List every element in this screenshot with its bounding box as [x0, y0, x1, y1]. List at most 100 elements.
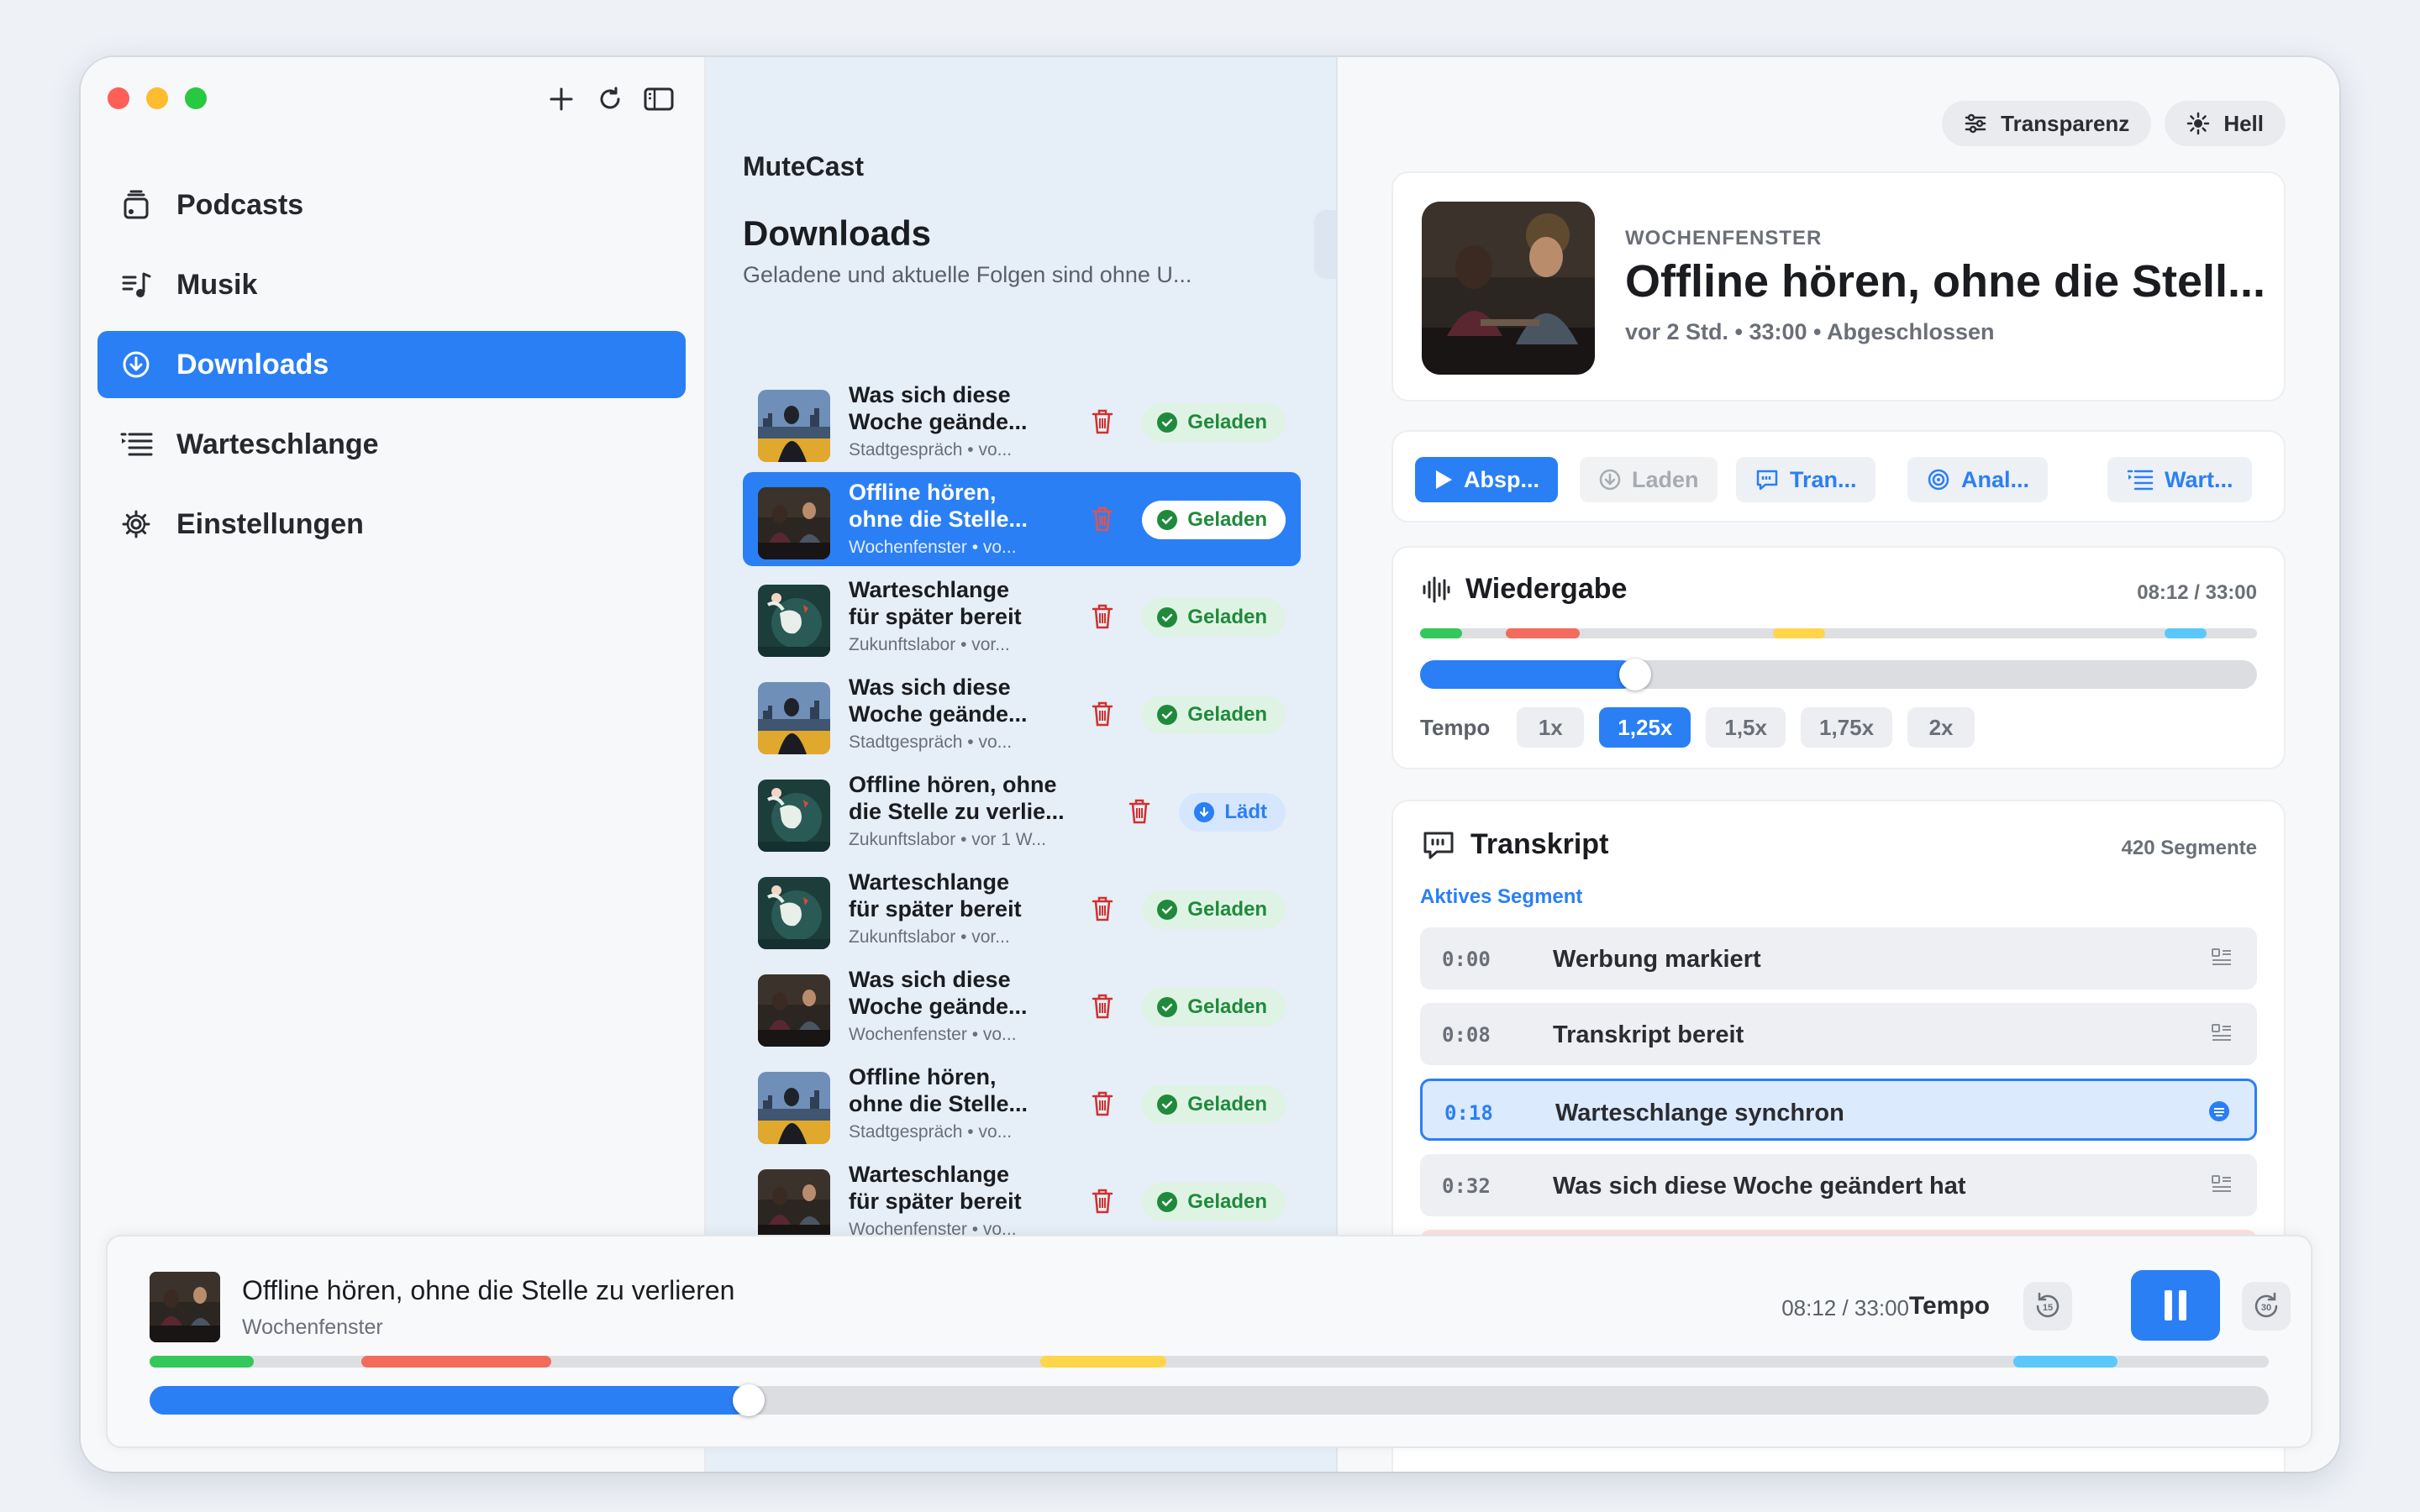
playback-scrubber[interactable]: [1420, 659, 2257, 690]
status-badge: Geladen: [1142, 890, 1286, 929]
segment-marker-cyan: [2013, 1356, 2118, 1368]
trash-icon: [1092, 896, 1113, 921]
tempo-option[interactable]: 1x: [1517, 707, 1585, 748]
playback-knob[interactable]: [1619, 659, 1651, 690]
line-details-icon[interactable]: [2208, 944, 2235, 971]
episode-thumbnail: [758, 1072, 830, 1144]
sidebar-toolbar: [544, 82, 676, 116]
status-label: Geladen: [1187, 1190, 1267, 1213]
player-tempo-button[interactable]: Tempo: [1909, 1292, 1990, 1320]
delete-download-button[interactable]: [1087, 601, 1118, 632]
transcript-heading: Transkript: [1422, 828, 1608, 861]
podcasts-icon: [119, 188, 153, 222]
trash-icon: [1092, 507, 1113, 532]
delete-download-button[interactable]: [1087, 1089, 1118, 1119]
tempo-option[interactable]: 2x: [1907, 707, 1975, 748]
checkmark-icon: [1157, 1192, 1178, 1212]
delete-download-button[interactable]: [1087, 504, 1118, 534]
episode-row[interactable]: Was sich diese Woche geände... Wochenfens…: [743, 959, 1301, 1053]
transcript-button[interactable]: Tran...: [1736, 457, 1876, 502]
episode-row[interactable]: Was sich diese Woche geände... Stadtgespr…: [743, 375, 1301, 469]
sidebar-item-podcasts[interactable]: Podcasts: [97, 171, 686, 239]
status-label: Geladen: [1187, 703, 1267, 726]
trash-icon: [1092, 994, 1113, 1019]
episode-thumbnail: [758, 1169, 830, 1242]
line-time: 0:08: [1442, 1023, 1491, 1047]
line-details-icon[interactable]: [2208, 1020, 2235, 1047]
skip-back-button[interactable]: 15: [2023, 1282, 2072, 1331]
episode-title: Was sich diese Woche geände...: [849, 675, 1028, 727]
sun-icon: [2187, 112, 2210, 135]
transparency-button[interactable]: Transparenz: [1942, 101, 2152, 146]
sidebar-item-downloads[interactable]: Downloads: [97, 331, 686, 398]
refresh-icon[interactable]: [593, 82, 627, 116]
line-details-icon[interactable]: [2208, 1171, 2235, 1198]
episode-title: Warteschlange für später bereit: [849, 869, 1022, 921]
transcript-line[interactable]: 0:32 Was sich diese Woche geändert hat: [1420, 1154, 2257, 1216]
load-button[interactable]: Laden: [1580, 457, 1718, 502]
page-title: Downloads: [743, 213, 932, 253]
active-segment-link[interactable]: Aktives Segment: [1420, 885, 1582, 909]
checkmark-icon: [1157, 412, 1178, 433]
player-segment-bar[interactable]: [150, 1356, 2269, 1368]
checkmark-icon: [1157, 607, 1178, 627]
close-window-button[interactable]: [108, 87, 129, 109]
player-scrubber[interactable]: [150, 1384, 2269, 1416]
theme-button[interactable]: Hell: [2165, 101, 2286, 146]
transcript-line[interactable]: 0:08 Transkript bereit: [1420, 1003, 2257, 1065]
transcript-line-current[interactable]: 0:18 Warteschlange synchron: [1420, 1079, 2257, 1141]
tempo-option[interactable]: 1,75x: [1800, 707, 1893, 748]
sidebar-item-label: Podcasts: [176, 188, 304, 221]
playback-title: Wiedergabe: [1465, 573, 1628, 605]
delete-download-button[interactable]: [1087, 699, 1118, 729]
segment-marker-yellow: [1040, 1356, 1166, 1368]
tempo-option[interactable]: 1,25x: [1599, 707, 1691, 748]
queue-label: Wart...: [2165, 466, 2233, 492]
status-label: Lädt: [1224, 801, 1267, 823]
delete-download-button[interactable]: [1087, 894, 1118, 924]
app-window: Podcasts Musik Downloads Warteschlange E…: [81, 57, 2339, 1472]
episode-row[interactable]: Offline hören, ohne die Stelle... Stadtge…: [743, 1057, 1301, 1151]
sidebar-item-einstellungen[interactable]: Einstellungen: [97, 491, 686, 558]
episode-row[interactable]: Offline hören, ohne die Stelle... Wochenf…: [743, 472, 1301, 566]
queue-button[interactable]: Wart...: [2107, 457, 2252, 502]
sidebar-toggle-icon[interactable]: [642, 82, 676, 116]
line-text: Warteschlange synchron: [1555, 1100, 1844, 1126]
line-text: Was sich diese Woche geändert hat: [1553, 1173, 1966, 1200]
delete-all-button[interactable]: [1314, 210, 1336, 279]
status-badge: Geladen: [1142, 1085, 1286, 1124]
delete-download-button[interactable]: [1087, 1186, 1118, 1216]
transcript-label: Tran...: [1790, 466, 1857, 492]
delete-download-button[interactable]: [1087, 991, 1118, 1021]
pause-button[interactable]: [2131, 1270, 2220, 1341]
transcript-line[interactable]: 0:00 Werbung markiert: [1420, 927, 2257, 990]
episode-row[interactable]: Was sich diese Woche geände... Stadtgespr…: [743, 667, 1301, 761]
add-icon[interactable]: [544, 82, 578, 116]
delete-download-button[interactable]: [1087, 407, 1118, 437]
episode-row[interactable]: Warteschlange für später bereit Zukunftsl…: [743, 570, 1301, 664]
delete-download-button[interactable]: [1124, 796, 1155, 827]
sidebar-item-warteschlange[interactable]: Warteschlange: [97, 411, 686, 478]
episode-row[interactable]: Warteschlange für später bereit Zukunftsl…: [743, 862, 1301, 956]
transcript-title: Transkript: [1470, 828, 1609, 860]
playback-progress-fill: [1420, 660, 1636, 689]
line-time: 0:00: [1442, 948, 1491, 971]
trash-icon: [1092, 1189, 1113, 1214]
sidebar-item-musik[interactable]: Musik: [97, 251, 686, 318]
minimize-window-button[interactable]: [146, 87, 168, 109]
segment-marker-red: [361, 1356, 551, 1368]
chapter-segment-bar[interactable]: [1420, 628, 2257, 638]
zoom-window-button[interactable]: [185, 87, 207, 109]
episode-row[interactable]: Offline hören, ohne die Stelle zu verlie…: [743, 764, 1301, 858]
page-subtitle: Geladene und aktuelle Folgen sind ohne U…: [743, 262, 1192, 287]
trash-icon: [1092, 701, 1113, 727]
status-badge: Geladen: [1142, 501, 1286, 539]
skip-forward-button[interactable]: 30: [2242, 1282, 2291, 1331]
play-button[interactable]: Absp...: [1415, 457, 1559, 502]
episode-thumbnail: [758, 585, 830, 657]
tempo-option[interactable]: 1,5x: [1706, 707, 1786, 748]
player-knob[interactable]: [732, 1384, 765, 1416]
current-line-icon: [2206, 1098, 2233, 1125]
line-time: 0:32: [1442, 1174, 1491, 1198]
analysis-button[interactable]: Anal...: [1907, 457, 2049, 502]
